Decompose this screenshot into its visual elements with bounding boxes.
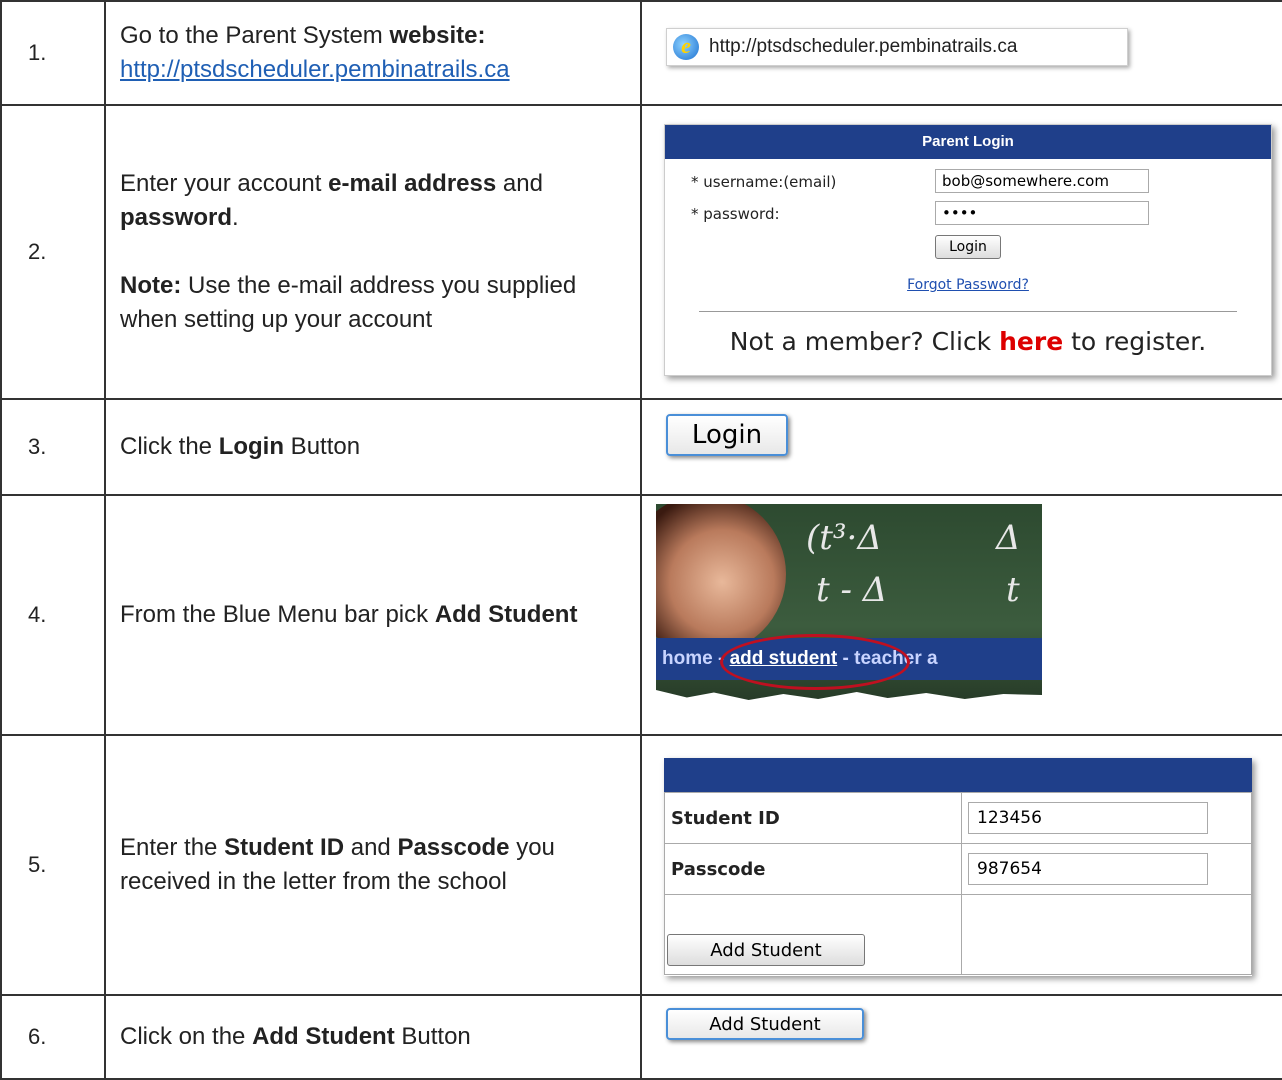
login-button[interactable]: Login bbox=[935, 235, 1001, 259]
chalk-formula: t - Δ bbox=[816, 570, 888, 610]
register-pre: Not a member? Click bbox=[729, 327, 1000, 356]
step-text-part: Button bbox=[394, 1023, 471, 1050]
step-text-part: Click on the bbox=[120, 1023, 253, 1050]
step-number: 1. bbox=[0, 0, 106, 106]
step-text-part: Button bbox=[284, 433, 361, 460]
register-here-link[interactable]: here bbox=[999, 327, 1063, 356]
step-text-bold: password bbox=[120, 204, 233, 231]
add-student-button-large[interactable]: Add Student bbox=[666, 1008, 864, 1040]
step-text-part: Go to the Parent System bbox=[120, 22, 390, 49]
step-text: From the Blue Menu bar pick Add Student bbox=[104, 494, 642, 736]
step-text-part: Enter your account bbox=[120, 170, 329, 197]
username-input[interactable] bbox=[935, 169, 1149, 193]
step-text: Enter the Student ID and Passcode you re… bbox=[104, 734, 642, 996]
browser-address-bar[interactable]: e http://ptsdscheduler.pembinatrails.ca bbox=[666, 28, 1128, 66]
register-text: Not a member? Click here to register. bbox=[665, 327, 1271, 356]
step-number: 6. bbox=[0, 994, 106, 1080]
chalk-formula: t bbox=[1006, 570, 1020, 610]
add-student-form: Student ID Passcode Add Student bbox=[664, 758, 1252, 976]
add-student-button[interactable]: Add Student bbox=[667, 934, 865, 966]
step-text-part: . bbox=[232, 204, 239, 231]
website-banner-screenshot: (t³·Δ t - Δ Δ t home - add student - tea… bbox=[656, 504, 1042, 726]
divider bbox=[699, 311, 1237, 312]
chalk-formula: (t³·Δ bbox=[806, 518, 882, 558]
step-text-bold: Passcode bbox=[397, 834, 510, 861]
username-label: * username:(email) bbox=[691, 173, 837, 191]
step-number: 5. bbox=[0, 734, 106, 996]
form-header bbox=[664, 758, 1252, 792]
step-illustration: e http://ptsdscheduler.pembinatrails.ca bbox=[640, 0, 1282, 106]
step-number: 2. bbox=[0, 104, 106, 400]
step-row-3: 3. Click the Login Button Login bbox=[0, 398, 1282, 496]
step-illustration: (t³·Δ t - Δ Δ t home - add student - tea… bbox=[640, 494, 1282, 736]
step-row-6: 6. Click on the Add Student Button Add S… bbox=[0, 994, 1282, 1080]
student-photo bbox=[656, 504, 786, 654]
step-row-2: 2. Enter your account e-mail address and… bbox=[0, 104, 1282, 400]
note-label: Note: bbox=[120, 272, 182, 299]
step-text-bold: Login bbox=[218, 433, 285, 460]
password-input[interactable] bbox=[935, 201, 1149, 225]
step-row-4: 4. From the Blue Menu bar pick Add Stude… bbox=[0, 494, 1282, 736]
passcode-label: Passcode bbox=[664, 843, 962, 895]
step-illustration: Login bbox=[640, 398, 1282, 496]
steps-table: 1. Go to the Parent System website: http… bbox=[0, 0, 1282, 1080]
step-text-part: Click the bbox=[120, 433, 219, 460]
website-link[interactable]: http://ptsdscheduler.pembinatrails.ca bbox=[120, 56, 510, 83]
note-text: Use the e-mail address you supplied when… bbox=[120, 272, 577, 333]
step-text: Go to the Parent System website: http://… bbox=[104, 0, 642, 106]
step-row-5: 5. Enter the Student ID and Passcode you… bbox=[0, 734, 1282, 996]
login-header: Parent Login bbox=[665, 125, 1271, 159]
step-text-bold: Add Student bbox=[252, 1023, 395, 1050]
step-number: 4. bbox=[0, 494, 106, 736]
highlight-circle bbox=[720, 634, 910, 690]
student-id-input[interactable] bbox=[968, 802, 1208, 834]
parent-login-panel: Parent Login * username:(email) * passwo… bbox=[664, 124, 1272, 376]
step-row-1: 1. Go to the Parent System website: http… bbox=[0, 0, 1282, 106]
register-post: to register. bbox=[1063, 327, 1207, 356]
step-text-part: Enter the bbox=[120, 834, 225, 861]
password-label: * password: bbox=[691, 205, 780, 223]
step-text-part: From the Blue Menu bar pick bbox=[120, 601, 435, 628]
step-text-part: and bbox=[344, 834, 398, 861]
step-text-bold: e-mail address bbox=[328, 170, 497, 197]
instruction-document: 1. Go to the Parent System website: http… bbox=[0, 0, 1282, 1080]
passcode-input[interactable] bbox=[968, 853, 1208, 885]
step-illustration: Add Student bbox=[640, 994, 1282, 1080]
step-text-bold: Student ID bbox=[224, 834, 345, 861]
forgot-password-link[interactable]: Forgot Password? bbox=[665, 277, 1271, 293]
step-text-bold: Add Student bbox=[434, 601, 578, 628]
chalk-formula: Δ bbox=[996, 518, 1021, 558]
step-number: 3. bbox=[0, 398, 106, 496]
step-text: Click the Login Button bbox=[104, 398, 642, 496]
step-text: Enter your account e-mail address and pa… bbox=[104, 104, 642, 400]
internet-explorer-icon: e bbox=[673, 34, 699, 60]
step-illustration: Student ID Passcode Add Student bbox=[640, 734, 1282, 996]
step-text-bold: website: bbox=[389, 22, 486, 49]
step-illustration: Parent Login * username:(email) * passwo… bbox=[640, 104, 1282, 400]
menu-home[interactable]: home bbox=[662, 648, 713, 669]
address-bar-url: http://ptsdscheduler.pembinatrails.ca bbox=[709, 36, 1018, 57]
step-text-part: and bbox=[496, 170, 543, 197]
student-id-label: Student ID bbox=[664, 792, 962, 844]
login-button-large[interactable]: Login bbox=[666, 414, 788, 456]
step-text: Click on the Add Student Button bbox=[104, 994, 642, 1080]
